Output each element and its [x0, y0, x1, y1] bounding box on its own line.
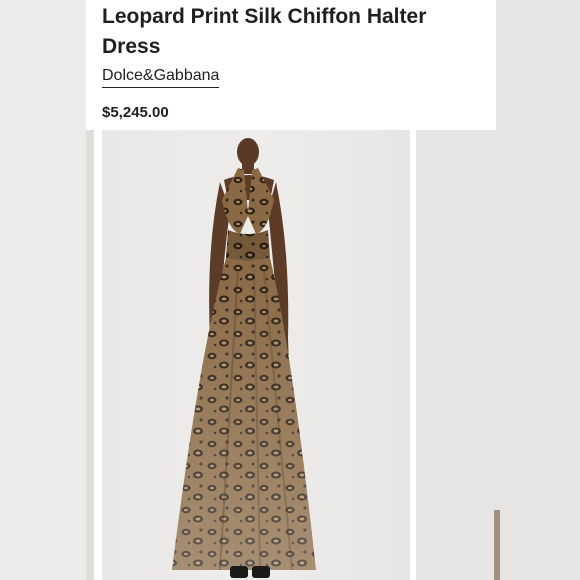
product-image-next[interactable]: [416, 130, 580, 580]
product-image-main[interactable]: [102, 130, 410, 580]
image-gallery[interactable]: [86, 130, 580, 580]
previous-image-edge: [86, 130, 94, 580]
left-gutter: [0, 0, 86, 580]
product-title: Leopard Print Silk Chiffon Halter Dress: [102, 5, 427, 58]
model-dress-illustration: [172, 138, 316, 578]
next-image-preview: [416, 130, 580, 580]
brand-link[interactable]: Dolce&Gabbana: [102, 66, 220, 88]
product-price: $5,245.00: [102, 104, 169, 121]
